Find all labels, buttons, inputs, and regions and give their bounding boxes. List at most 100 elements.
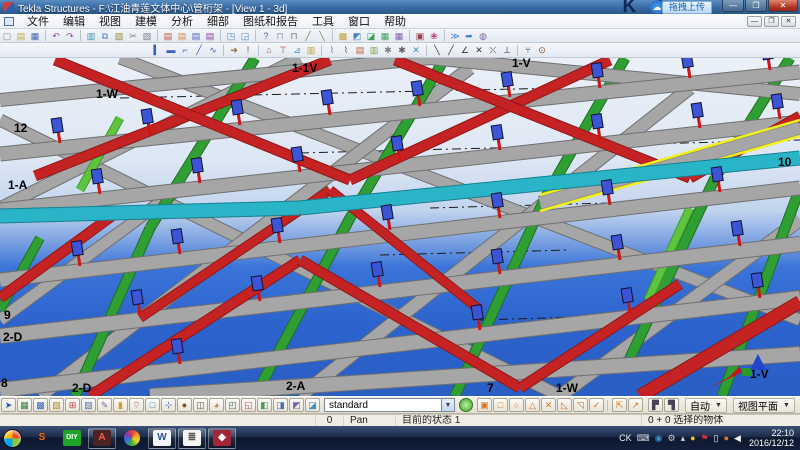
fast-icon[interactable]: ≫	[448, 30, 462, 42]
viewport-3d[interactable]: 1-W1-1V1-V121-A1092-D82-D2-A71-W1-V	[0, 58, 800, 396]
phase-icon[interactable]: ◩	[350, 30, 364, 42]
copy-icon[interactable]: ⧉	[98, 30, 112, 42]
keyboard-icon[interactable]: ⌨	[637, 433, 650, 444]
pen-icon[interactable]: ╱	[301, 30, 315, 42]
open-icon[interactable]: ▤	[14, 30, 28, 42]
cross2-icon[interactable]: ⤬	[486, 44, 500, 56]
coin-icon[interactable]: ●	[690, 433, 695, 443]
snap-mid-icon[interactable]: △	[525, 398, 540, 412]
minimize-button[interactable]: —	[722, 0, 744, 12]
new-icon[interactable]: ▢	[0, 30, 14, 42]
plane-dropdown-2[interactable]: 视图平面▼	[733, 398, 795, 413]
item-icon[interactable]: !	[241, 44, 255, 56]
column-icon[interactable]: ▍	[150, 44, 164, 56]
phone-icon[interactable]: ▯	[714, 433, 719, 444]
flag-icon[interactable]: ⚑	[701, 433, 709, 444]
present-icon[interactable]: ▣	[413, 30, 427, 42]
select-parts-icon[interactable]: ▦	[17, 398, 32, 412]
select-obj1-icon[interactable]: ◧	[257, 398, 272, 412]
sogou-app[interactable]: S	[28, 428, 56, 449]
measure-icon[interactable]: ⊙	[535, 44, 549, 56]
line2-icon[interactable]: ╱	[444, 44, 458, 56]
snap-point-icon[interactable]: ▣	[477, 398, 492, 412]
select-obj3-icon[interactable]: ◩	[289, 398, 304, 412]
select-weld-icon[interactable]: ▧	[81, 398, 96, 412]
search-icon[interactable]: ⌂	[262, 44, 276, 56]
cut-icon[interactable]: ✂	[126, 30, 140, 42]
snap-edge-icon[interactable]: ◹	[573, 398, 588, 412]
run-component-button[interactable]	[459, 398, 473, 412]
menu-item-5[interactable]: 分析	[164, 15, 200, 29]
menu-item-6[interactable]: 细部	[200, 15, 236, 29]
snap-arrow-icon[interactable]: ↗	[628, 398, 643, 412]
drawing-blue-icon[interactable]: ▤	[189, 30, 203, 42]
drawing-red-icon[interactable]: ▤	[161, 30, 175, 42]
connection-plate[interactable]	[291, 147, 305, 173]
help-tray-icon[interactable]: ◉	[655, 433, 663, 444]
combo-dropdown-icon[interactable]: ▼	[442, 398, 455, 412]
menu-item-1[interactable]: 文件	[20, 15, 56, 29]
menu-item-7[interactable]: 图纸和报告	[236, 15, 305, 29]
snap-any-icon[interactable]: ✓	[589, 398, 604, 412]
view-a-icon[interactable]: ◳	[224, 30, 238, 42]
menu-item-9[interactable]: 窗口	[341, 15, 377, 29]
fork-icon[interactable]: ⑂	[521, 44, 535, 56]
spiral-beam-icon[interactable]: ∿	[206, 44, 220, 56]
cloud-upload-button[interactable]: ☁ 拖拽上传	[650, 0, 712, 14]
perp-icon[interactable]: ⊥	[500, 44, 514, 56]
select-assembly-icon[interactable]: ▨	[49, 398, 64, 412]
plane-dropdown-1[interactable]: 自动▼	[685, 398, 727, 413]
xblue-icon[interactable]: ✕	[409, 44, 423, 56]
select-obj2-icon[interactable]: ◨	[273, 398, 288, 412]
child-minimize-button[interactable]: —	[747, 16, 762, 27]
maximize-button[interactable]: ❐	[745, 0, 767, 12]
snap-free-icon[interactable]: ⇱	[612, 398, 627, 412]
crop-icon[interactable]: ▧	[140, 30, 154, 42]
snap-perp-icon[interactable]: ◺	[557, 398, 572, 412]
drawing-orange-icon[interactable]: ▤	[175, 30, 189, 42]
redo-icon[interactable]: ↷	[63, 30, 77, 42]
box-icon[interactable]: ▥	[304, 44, 318, 56]
ortho-view-icon[interactable]: ▛	[648, 398, 663, 412]
select-cut-icon[interactable]: ◫	[193, 398, 208, 412]
select-bar-icon[interactable]: ▮	[113, 398, 128, 412]
connection-plate[interactable]	[491, 125, 505, 151]
select-node-icon[interactable]: ●	[177, 398, 192, 412]
input-method-indicator[interactable]: CK	[619, 433, 632, 443]
phase2-icon[interactable]: ◪	[364, 30, 378, 42]
snap-int-icon[interactable]: ✕	[541, 398, 556, 412]
frame2-icon[interactable]: ⊓	[287, 30, 301, 42]
menu-item-3[interactable]: 视图	[92, 15, 128, 29]
flower-icon[interactable]: ❀	[427, 30, 441, 42]
autocad-app[interactable]: A	[88, 428, 116, 449]
select-ref-icon[interactable]: ◰	[225, 398, 240, 412]
connection-plate[interactable]	[691, 103, 705, 129]
snap-end-icon[interactable]: □	[493, 398, 508, 412]
select-plane-icon[interactable]: □	[145, 398, 160, 412]
select-point-icon[interactable]: ⊹	[161, 398, 176, 412]
menu-item-8[interactable]: 工具	[305, 15, 341, 29]
component-combo[interactable]: standard ▼	[324, 398, 455, 412]
menu-item-4[interactable]: 建模	[128, 15, 164, 29]
taskbar-clock[interactable]: 22:10 2016/12/12	[749, 428, 794, 448]
gear2-icon[interactable]: ✱	[395, 44, 409, 56]
combo-value[interactable]: standard	[324, 398, 442, 412]
close-button[interactable]: ✕	[768, 0, 798, 12]
stud-icon[interactable]: ▥	[367, 44, 381, 56]
tee-icon[interactable]: ⊤	[276, 44, 290, 56]
connection-plate[interactable]	[191, 158, 205, 184]
line1-icon[interactable]: ╲	[430, 44, 444, 56]
brush-icon[interactable]: ▩	[336, 30, 350, 42]
polybeam-icon[interactable]: ⌐	[178, 44, 192, 56]
bolt-icon[interactable]: ⌇	[325, 44, 339, 56]
table-icon[interactable]: ▦	[392, 30, 406, 42]
drawing-purple-icon[interactable]: ▤	[203, 30, 217, 42]
ortho-icon[interactable]: ➔	[227, 44, 241, 56]
gear-tray-icon[interactable]: ⚙	[668, 433, 676, 444]
frame-icon[interactable]: ⊓	[273, 30, 287, 42]
persp-view-icon[interactable]: ▜	[664, 398, 679, 412]
model-canvas[interactable]: 1-W1-1V1-V121-A1092-D82-D2-A71-W1-V	[0, 58, 800, 396]
select-draw-icon[interactable]: ✎	[97, 398, 112, 412]
bolt2-icon[interactable]: ⌇	[339, 44, 353, 56]
curved-beam-icon[interactable]: ╱	[192, 44, 206, 56]
